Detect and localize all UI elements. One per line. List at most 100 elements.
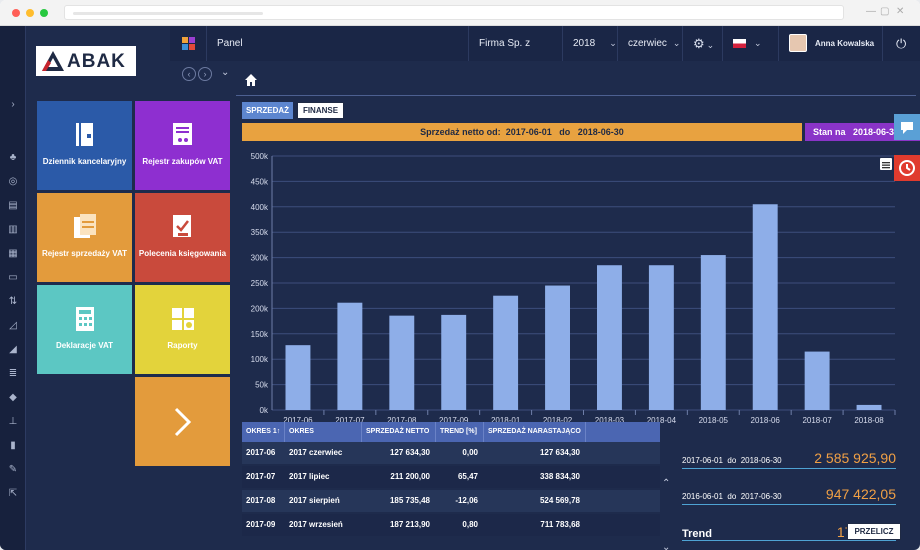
- table-cell: 211 200,00: [390, 472, 430, 481]
- tile-raporty[interactable]: Raporty: [135, 285, 230, 374]
- list-icon[interactable]: ≣: [7, 368, 19, 380]
- chevron-right-icon: [174, 407, 192, 437]
- address-bar[interactable]: [64, 5, 844, 20]
- app: › ♣ ◎ ▤ ▥ ▦ ▭ ⇅ ◿ ◢ ≣ ◆ ⊥ ▮ ✎ ⇱ ABAK Pan…: [0, 26, 920, 550]
- tab-sales[interactable]: SPRZEDAŻ: [242, 102, 293, 119]
- eraser-icon[interactable]: ◢: [7, 344, 19, 356]
- table-scrollbar[interactable]: ⌃ ⌄: [662, 442, 672, 550]
- tab-finance[interactable]: FINANSE: [297, 102, 344, 119]
- export-icon[interactable]: ⇱: [7, 488, 19, 500]
- recalculate-button[interactable]: PRZELICZ: [847, 523, 901, 540]
- value-current: 2 585 925,90: [814, 450, 896, 466]
- table-cell: -12,06: [455, 496, 478, 505]
- tile-polecenia[interactable]: Polecenia księgowania: [135, 193, 230, 282]
- tile-deklaracje[interactable]: Deklaracje VAT: [37, 285, 132, 374]
- left-toolbar: › ♣ ◎ ▤ ▥ ▦ ▭ ⇅ ◿ ◢ ≣ ◆ ⊥ ▮ ✎ ⇱: [0, 26, 26, 550]
- company-select[interactable]: Firma Sp. z o.o.⌄: [468, 26, 562, 84]
- trend-label: Trend: [682, 528, 712, 540]
- y-tick-label: 0k: [260, 406, 269, 415]
- tile-label: Rejestr sprzedaży VAT: [41, 249, 128, 258]
- column-header-okres-code[interactable]: OKRES 1↑: [242, 422, 285, 442]
- table-cell: 127 634,30: [389, 448, 430, 457]
- y-tick-label: 500k: [251, 152, 269, 161]
- apps-grid-icon[interactable]: [182, 37, 195, 50]
- y-tick-label: 450k: [251, 177, 269, 186]
- bar-chart-icon[interactable]: ▮: [7, 440, 19, 452]
- gear-icon: ⚙: [693, 36, 705, 51]
- y-tick-label: 300k: [251, 254, 269, 263]
- bar: [596, 265, 622, 410]
- close-icon[interactable]: ✕: [896, 6, 904, 17]
- column-header-okres[interactable]: OKRES: [285, 422, 362, 442]
- bar: [700, 255, 726, 410]
- bar: [441, 314, 467, 410]
- clock-button[interactable]: [894, 155, 920, 181]
- minimize-dot[interactable]: [26, 9, 34, 17]
- settings-menu[interactable]: ⚙ ⌄: [682, 26, 722, 61]
- more-tiles-button[interactable]: [135, 377, 230, 466]
- tag-icon[interactable]: ◆: [7, 392, 19, 404]
- sales-register-icon: [74, 214, 96, 238]
- book-icon[interactable]: ▦: [7, 248, 19, 260]
- recalculate-label: PRZELICZ: [854, 527, 894, 536]
- home-icon[interactable]: [245, 73, 257, 86]
- users-icon[interactable]: ♣: [7, 152, 19, 164]
- chart-icon[interactable]: ◿: [7, 320, 19, 332]
- back-icon[interactable]: ‹: [182, 67, 196, 81]
- sales-bar-chart: 0k 50k 100k 150k 200k 250k 300k 350k 400k 450k 500…: [251, 152, 896, 425]
- card-icon[interactable]: ▭: [7, 272, 19, 284]
- close-dot[interactable]: [12, 9, 20, 17]
- user-menu[interactable]: Anna Kowalska: [778, 26, 882, 61]
- bar: [285, 345, 311, 410]
- copy-icon[interactable]: ▥: [7, 224, 19, 236]
- tab-sales-label: SPRZEDAŻ: [245, 106, 290, 115]
- range-current: 2017-06-01 do 2018-06-30: [682, 456, 782, 465]
- forward-icon[interactable]: ›: [198, 67, 212, 81]
- tile-rejestr-zakupow[interactable]: Rejestr zakupów VAT: [135, 101, 230, 190]
- chart-menu-icon[interactable]: [880, 158, 892, 170]
- tile-label: Polecenia księgowania: [138, 249, 227, 258]
- transfer-icon[interactable]: ⇅: [7, 296, 19, 308]
- divider: [236, 95, 916, 96]
- panel-select[interactable]: Panel księgowego⌄: [206, 26, 311, 84]
- scroll-up-icon[interactable]: ⌃: [662, 478, 670, 489]
- tile-dziennik[interactable]: Dziennik kancelaryjny: [37, 101, 132, 190]
- scroll-down-icon[interactable]: ⌄: [662, 542, 670, 550]
- edit-icon[interactable]: ✎: [7, 464, 19, 476]
- chevron-down-icon: ⌄: [672, 38, 681, 48]
- column-header-cumulative[interactable]: SPRZEDAŻ NARASTAJĄCO: [484, 422, 586, 442]
- maximize-dot[interactable]: [40, 9, 48, 17]
- table-row[interactable]: 2017-08 2017 sierpień 185 735,48 -12,06 524 …: [242, 490, 660, 512]
- search-icon[interactable]: ◎: [7, 176, 19, 188]
- table-header: OKRES 1↑ OKRES SPRZEDAŻ NETTO TREND [%] …: [242, 422, 660, 442]
- navigation-bar: ‹ › ⌄: [170, 61, 920, 88]
- hierarchy-icon[interactable]: ⊥: [7, 416, 19, 428]
- logout-button[interactable]: ⏻: [882, 26, 920, 61]
- tile-label: Deklaracje VAT: [55, 341, 114, 350]
- table-row[interactable]: 2017-07 2017 lipiec 211 200,00 65,47 338 834…: [242, 466, 660, 488]
- restore-icon[interactable]: ▢: [880, 6, 889, 17]
- logo-mark-icon: [42, 51, 64, 71]
- table-row[interactable]: 2017-09 2017 wrzesień 187 213,90 0,80 711 78…: [242, 514, 660, 536]
- table-cell: 711 783,68: [540, 520, 580, 529]
- column-header-trend[interactable]: TREND [%]: [436, 422, 484, 442]
- language-select[interactable]: ⌄: [722, 26, 768, 61]
- status-label: Stan na: [813, 127, 846, 137]
- avatar: [789, 34, 807, 52]
- banner-to: 2018-06-30: [577, 127, 624, 137]
- chat-icon: [901, 122, 913, 134]
- minimize-icon[interactable]: —: [866, 6, 876, 17]
- column-header-sales[interactable]: SPRZEDAŻ NETTO: [362, 422, 436, 442]
- shopping-register-icon: [173, 123, 192, 145]
- expand-icon[interactable]: ›: [7, 99, 19, 111]
- table-row[interactable]: 2017-06 2017 czerwiec 127 634,30 0,00 127 63…: [242, 442, 660, 464]
- month-select[interactable]: czerwiec ⌄: [617, 26, 682, 61]
- chevron-down-icon: ⌄: [754, 38, 762, 48]
- month-label: czerwiec: [628, 38, 667, 49]
- year-select[interactable]: 2018 ⌄: [562, 26, 617, 61]
- document-icon[interactable]: ▤: [7, 200, 19, 212]
- tile-rejestr-sprzedazy[interactable]: Rejestr sprzedaży VAT: [37, 193, 132, 282]
- chat-button[interactable]: [894, 114, 920, 140]
- chevron-down-icon[interactable]: ⌄: [221, 67, 229, 78]
- table-cell: 2017 czerwiec: [289, 448, 343, 457]
